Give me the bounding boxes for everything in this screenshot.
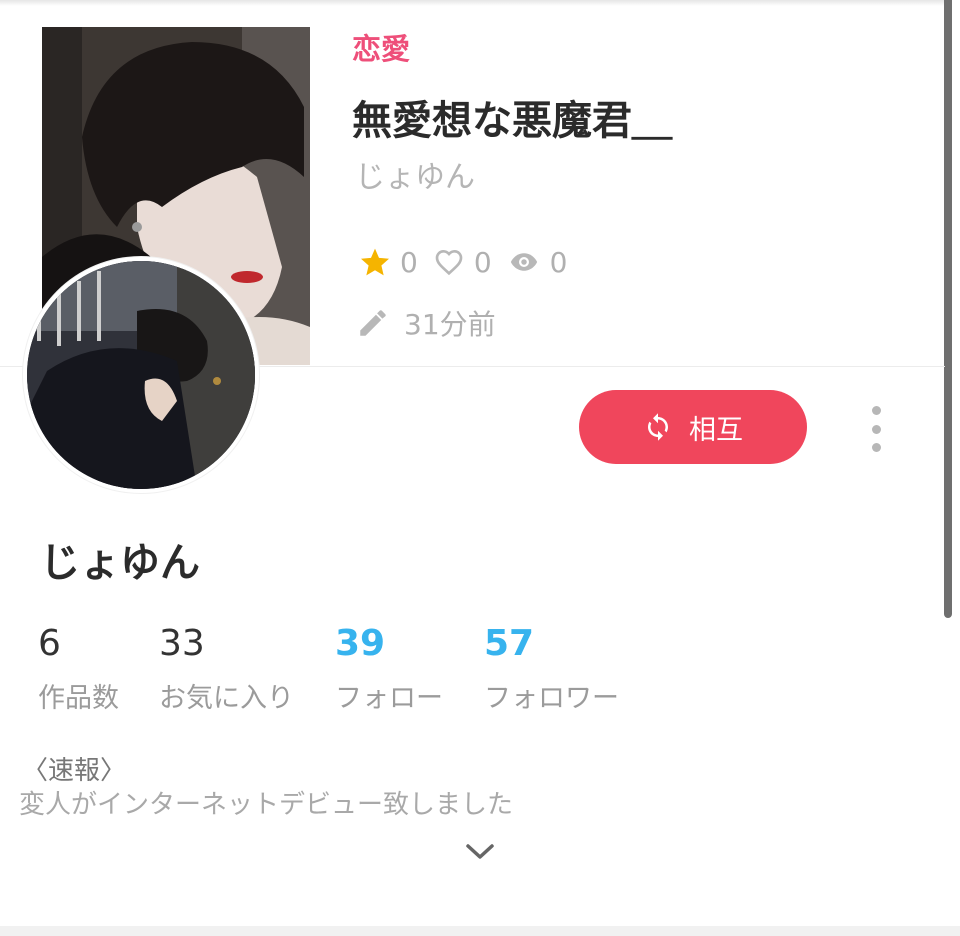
- story-title[interactable]: 無愛想な悪魔君＿: [352, 88, 672, 146]
- profile-name: じょゆん: [40, 540, 200, 586]
- count-following[interactable]: 39 フォロー: [335, 620, 443, 715]
- view-stat: 0: [506, 245, 568, 279]
- more-options-icon[interactable]: [862, 406, 890, 452]
- bio-text: 変人がインターネットデビュー致しました: [19, 790, 514, 820]
- updated-text: 31分前: [404, 308, 496, 341]
- like-stat: 0: [432, 246, 492, 279]
- heart-icon: [432, 246, 466, 278]
- count-label: 作品数: [38, 683, 119, 714]
- count-label: フォロワー: [484, 683, 619, 714]
- count-label: フォロー: [335, 683, 443, 714]
- star-icon: [358, 246, 392, 278]
- story-stats: 0 0 0: [358, 240, 581, 284]
- count-value: 6: [38, 623, 61, 664]
- star-stat: 0: [358, 246, 418, 279]
- expand-chevron-down-icon[interactable]: [462, 838, 498, 866]
- mutual-label: 相互: [689, 414, 743, 446]
- star-count: 0: [400, 245, 418, 279]
- bottom-band: [0, 926, 960, 936]
- bio-heading: 〈速報〉: [22, 756, 127, 786]
- count-value: 33: [159, 623, 205, 664]
- count-label: お気に入り: [159, 683, 294, 714]
- count-favorites[interactable]: 33 お気に入り: [159, 620, 294, 715]
- count-value: 57: [484, 623, 535, 664]
- count-followers[interactable]: 57 フォロワー: [484, 620, 619, 715]
- story-author[interactable]: じょゆん: [355, 152, 475, 196]
- count-works[interactable]: 6 作品数: [38, 620, 119, 715]
- story-genre[interactable]: 恋愛: [352, 26, 410, 68]
- top-rule: [0, 0, 945, 6]
- avatar-photo-graphic: [27, 261, 255, 489]
- scrollbar[interactable]: [944, 0, 952, 618]
- view-count: 0: [549, 245, 568, 279]
- refresh-icon: [643, 410, 673, 444]
- mutual-follow-button[interactable]: 相互: [579, 390, 807, 464]
- eye-icon: [506, 247, 542, 277]
- updated-time: 31分前: [356, 302, 496, 344]
- like-count: 0: [473, 245, 492, 279]
- count-value: 39: [335, 623, 386, 664]
- avatar[interactable]: [23, 257, 259, 493]
- pencil-icon: [356, 306, 390, 340]
